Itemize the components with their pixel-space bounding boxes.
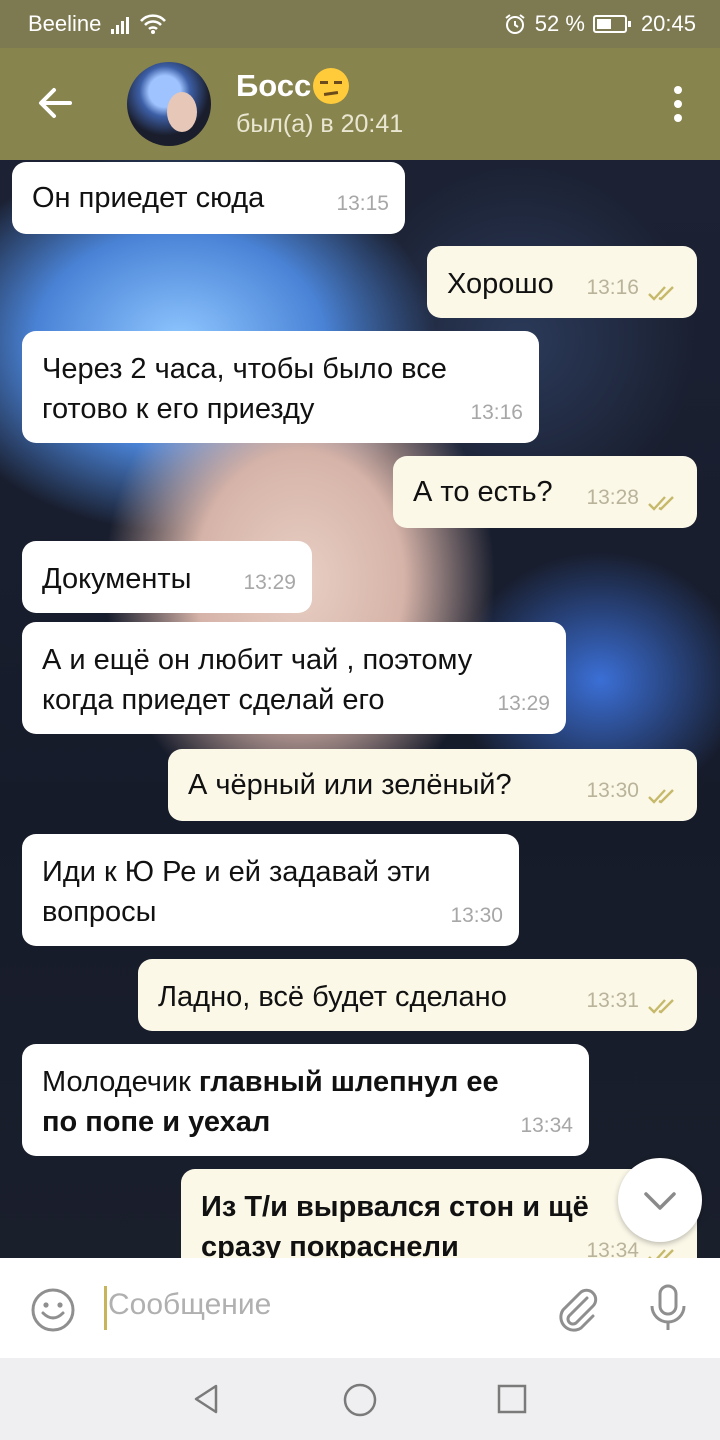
arrow-left-icon[interactable]: [30, 78, 80, 128]
message-line: по попе и уехал: [42, 1106, 271, 1138]
message-bubble[interactable]: А и ещё он любит чай , поэтому когда при…: [22, 622, 566, 734]
smile-icon[interactable]: [29, 1286, 77, 1334]
message-text: Он приедет сюда: [32, 182, 265, 214]
message-time: 13:29: [497, 692, 550, 715]
scroll-to-bottom-button[interactable]: [618, 1158, 702, 1242]
wifi-icon: [140, 14, 167, 34]
message-line: готово к его приезду: [42, 393, 315, 425]
chevron-down-icon: [644, 1192, 676, 1210]
message-time: 13:31: [586, 989, 639, 1012]
read-ticks-icon: [648, 789, 674, 804]
message-time: 13:28: [586, 486, 639, 509]
last-seen-status: был(а) в 20:41: [236, 110, 404, 138]
alarm-icon: [505, 14, 525, 34]
message-line: Из Т/и вырвался стон и щё: [201, 1191, 589, 1223]
message-bubble[interactable]: Молодечик главный шлепнул ее по попе и у…: [22, 1044, 589, 1156]
message-line: Иди к Ю Ре и ей задавай эти: [42, 856, 431, 888]
battery-level: [596, 19, 611, 29]
message-input[interactable]: Сообщение: [108, 1288, 271, 1322]
message-time: 13:16: [470, 401, 523, 424]
battery-percent: 52 %: [534, 11, 585, 36]
message-line: А и ещё он любит чай , поэтому: [42, 644, 473, 676]
text-cursor: [104, 1286, 107, 1330]
message-time: 13:15: [336, 192, 389, 215]
read-ticks-icon: [648, 1249, 674, 1258]
message-bubble[interactable]: Хорошо 13:16: [427, 246, 697, 318]
message-text: Хорошо: [447, 268, 554, 300]
message-time: 13:16: [586, 276, 639, 299]
message-bubble[interactable]: А чёрный или зелёный? 13:30: [168, 749, 697, 821]
battery-icon: [592, 15, 631, 33]
message-text: Документы: [42, 563, 192, 595]
microphone-icon[interactable]: [646, 1282, 690, 1334]
message-line: Молодечик главный шлепнул ее: [42, 1062, 569, 1102]
message-time: 13:29: [243, 571, 296, 594]
message-time: 13:30: [586, 779, 639, 802]
contact-name: Босс: [236, 68, 312, 103]
system-navigation-bar: [0, 1358, 720, 1440]
message-time: 13:34: [520, 1114, 573, 1137]
avatar[interactable]: [127, 62, 211, 146]
message-bubble[interactable]: Через 2 часа, чтобы было все готово к ег…: [22, 331, 539, 443]
message-text: А чёрный или зелёный?: [188, 769, 512, 801]
message-text: А то есть?: [413, 476, 553, 508]
message-bubble[interactable]: Документы 13:29: [22, 541, 312, 613]
nav-back-icon[interactable]: [190, 1383, 222, 1415]
message-bubble[interactable]: Он приедет сюда 13:15: [12, 162, 405, 234]
paperclip-icon[interactable]: [553, 1284, 601, 1334]
message-line: когда приедет сделай его: [42, 684, 385, 716]
message-list[interactable]: Он приедет сюда 13:15 Хорошо 13:16 Через…: [0, 160, 720, 1258]
nav-home-icon[interactable]: [342, 1382, 378, 1418]
message-line: вопросы: [42, 896, 157, 928]
status-bar: Beeline 52 % 20:45: [0, 0, 720, 48]
message-bubble[interactable]: Иди к Ю Ре и ей задавай эти вопросы 13:3…: [22, 834, 519, 946]
read-ticks-icon: [648, 286, 674, 301]
message-time: 13:30: [450, 904, 503, 927]
message-bubble[interactable]: А то есть? 13:28: [393, 456, 697, 528]
clock: 20:45: [640, 11, 696, 36]
message-line: Через 2 часа, чтобы было все: [42, 353, 447, 385]
message-text: Ладно, всё будет сделано: [158, 981, 507, 1013]
signal-icon: [111, 14, 130, 34]
chat-header: Босс был(а) в 20:41: [0, 48, 720, 160]
read-ticks-icon: [648, 999, 674, 1014]
more-vert-icon[interactable]: [672, 86, 684, 122]
message-text-normal: Молодечик: [42, 1066, 199, 1098]
carrier-name: Beeline: [28, 11, 102, 36]
message-text-bold: главный шлепнул ее: [198, 1066, 499, 1098]
unamused-emoji-icon: [313, 68, 350, 104]
chat-title[interactable]: Босс: [236, 68, 350, 104]
message-bubble[interactable]: Ладно, всё будет сделано 13:31: [138, 959, 697, 1031]
nav-recents-icon[interactable]: [496, 1383, 528, 1415]
read-ticks-icon: [648, 496, 674, 511]
message-composer: Сообщение: [0, 1258, 720, 1358]
